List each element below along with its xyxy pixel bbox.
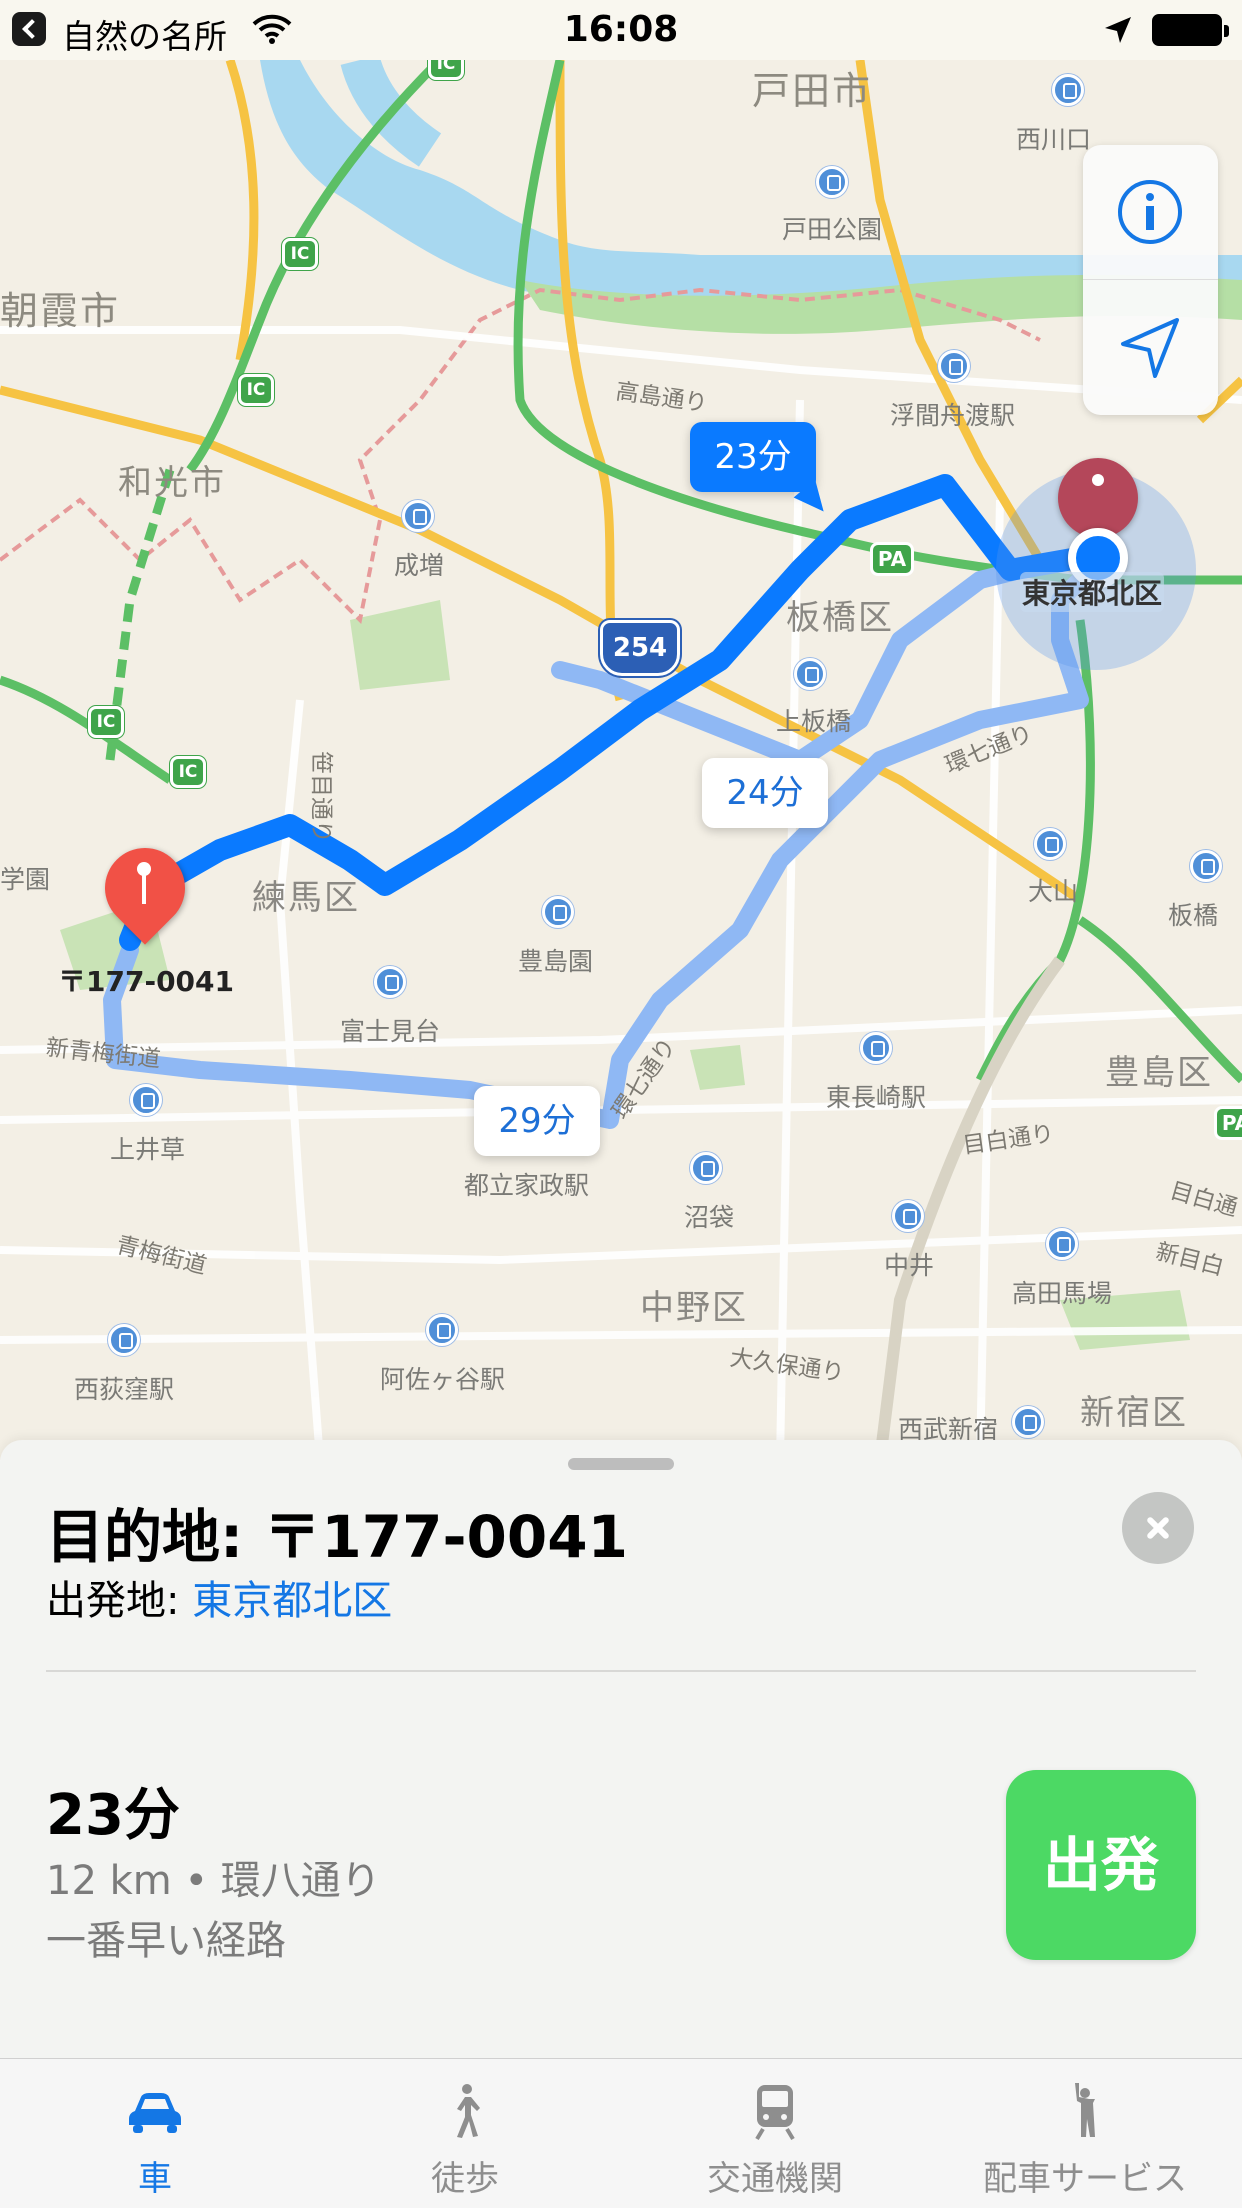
train-station-icon[interactable] — [374, 966, 406, 998]
route-time-alt2[interactable]: 29分 — [474, 1086, 600, 1156]
station-label: 中井 — [884, 1251, 935, 1280]
station-label: 学園 — [0, 865, 51, 894]
route-note: 一番早い経路 — [46, 1918, 286, 1964]
train-station-icon[interactable] — [1034, 828, 1066, 860]
sheet-grabber[interactable] — [568, 1458, 674, 1470]
go-button[interactable]: 出発 — [1006, 1770, 1196, 1960]
station-label: 上井草 — [110, 1135, 186, 1164]
origin-prefix: 出発地: — [46, 1578, 193, 1624]
destination-label: 〒177-0041 — [58, 965, 234, 998]
tab-ride-share[interactable]: 配車サービス — [930, 2059, 1240, 2208]
tab-transit[interactable]: 交通機関 — [620, 2059, 930, 2208]
station-label: 東長崎駅 — [826, 1083, 927, 1112]
road-label: 笹目通り — [308, 751, 334, 843]
station-label: 上板橋 — [776, 707, 852, 736]
station-label: 西川口 — [1016, 125, 1092, 154]
destination-pin-stem-icon — [142, 874, 146, 904]
station-label: 成増 — [394, 551, 445, 580]
station-label: 豊島園 — [518, 947, 594, 976]
train-station-icon[interactable] — [816, 166, 848, 198]
interchange-badge: IC — [170, 756, 206, 788]
interchange-badge: IC — [282, 238, 318, 270]
divider — [46, 1670, 1196, 1672]
current-location-pin[interactable] — [1058, 458, 1138, 538]
ward-label: 板橋区 — [786, 598, 894, 638]
ward-label: 新宿区 — [1080, 1393, 1188, 1433]
directions-sheet: 目的地: 〒177-0041 出発地: 東京都北区 23分 12 km • 環八… — [0, 1440, 1242, 2060]
battery-icon — [1152, 14, 1229, 46]
station-label: 大山 — [1028, 877, 1079, 906]
transport-mode-tabbar: 車 徒歩 交通機関 配車サービス — [0, 2058, 1242, 2208]
ride-share-icon — [1075, 2083, 1095, 2137]
tab-label: 配車サービス — [983, 2159, 1187, 2199]
station-label: 浮間舟渡駅 — [890, 401, 1016, 430]
city-label: 戸田市 — [752, 69, 873, 113]
close-button[interactable] — [1122, 1492, 1194, 1564]
locate-me-button[interactable] — [1083, 280, 1218, 415]
interchange-badge: IC — [428, 60, 464, 80]
destination-value: 〒177-0041 — [263, 1503, 628, 1571]
info-button[interactable] — [1083, 145, 1218, 280]
route-via: 環八通り — [220, 1858, 381, 1904]
train-station-icon[interactable] — [938, 350, 970, 382]
tab-label: 交通機関 — [707, 2159, 843, 2199]
station-label: 阿佐ヶ谷駅 — [380, 1365, 506, 1394]
station-label: 富士見台 — [340, 1017, 441, 1046]
destination-prefix: 目的地: — [46, 1503, 264, 1571]
train-station-icon[interactable] — [1190, 850, 1222, 882]
station-label: 戸田公園 — [782, 215, 883, 244]
pin-head-icon — [1092, 474, 1104, 486]
train-station-icon[interactable] — [130, 1084, 162, 1116]
train-station-icon[interactable] — [108, 1324, 140, 1356]
walk-icon — [457, 2084, 480, 2138]
ward-label: 中野区 — [640, 1288, 748, 1328]
map-view[interactable]: 東京都北区 〒177-0041 23分 24分 29分 朝霞市 和光市 戸田市 … — [0, 60, 1242, 1460]
train-station-icon[interactable] — [542, 896, 574, 928]
city-label: 朝霞市 — [0, 289, 121, 333]
route-time-primary[interactable]: 23分 — [690, 422, 816, 492]
destination-title: 目的地: 〒177-0041 — [46, 1490, 628, 1574]
station-label: 板橋 — [1168, 901, 1219, 930]
parking-area-badge: PA — [1214, 1106, 1242, 1140]
route-distance: 12 km — [46, 1858, 172, 1904]
info-icon — [1118, 180, 1182, 244]
train-icon — [755, 2085, 795, 2141]
route-time-alt1[interactable]: 24分 — [702, 758, 828, 828]
location-arrow-icon — [1121, 318, 1179, 378]
train-station-icon[interactable] — [1052, 74, 1084, 106]
ward-label: 練馬区 — [252, 878, 360, 918]
tab-walk[interactable]: 徒歩 — [310, 2059, 620, 2208]
map-controls — [1083, 145, 1218, 415]
parking-area-badge: PA — [870, 542, 914, 576]
city-label: 和光市 — [118, 463, 226, 503]
origin-line: 出発地: 東京都北区 — [46, 1568, 392, 1626]
car-icon — [129, 2093, 181, 2133]
interchange-badge: IC — [88, 706, 124, 738]
station-label: 沼袋 — [684, 1203, 735, 1232]
ward-label: 豊島区 — [1105, 1053, 1213, 1093]
train-station-icon[interactable] — [794, 658, 826, 690]
tab-label: 徒歩 — [431, 2159, 499, 2199]
station-label: 都立家政駅 — [464, 1171, 590, 1200]
clock: 16:08 — [563, 9, 679, 50]
tab-car[interactable]: 車 — [0, 2059, 310, 2208]
train-station-icon[interactable] — [860, 1032, 892, 1064]
tab-label: 車 — [138, 2159, 172, 2199]
train-station-icon[interactable] — [892, 1200, 924, 1232]
route-eta[interactable]: 23分 — [46, 1770, 180, 1851]
train-station-icon[interactable] — [426, 1314, 458, 1346]
train-station-icon[interactable] — [1012, 1406, 1044, 1438]
train-station-icon[interactable] — [402, 500, 434, 532]
route-details: 12 km • 環八通り — [46, 1858, 381, 1904]
origin-link[interactable]: 東京都北区 — [192, 1578, 392, 1624]
route-254-shield: 254 — [600, 620, 680, 676]
location-services-icon — [1105, 17, 1131, 43]
train-station-icon[interactable] — [1046, 1228, 1078, 1260]
status-bar: 自然の名所 16:08 — [0, 0, 1242, 60]
interchange-badge: IC — [238, 374, 274, 406]
station-label: 高田馬場 — [1012, 1279, 1113, 1308]
current-location-label: 東京都北区 — [1020, 572, 1165, 612]
station-label: 西荻窪駅 — [74, 1375, 175, 1404]
train-station-icon[interactable] — [690, 1152, 722, 1184]
